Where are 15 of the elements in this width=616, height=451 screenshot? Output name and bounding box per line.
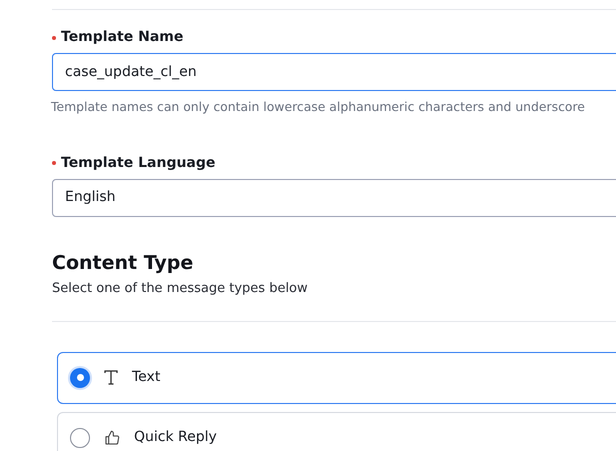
section-heading: Content Type	[52, 250, 194, 276]
template-name-field[interactable]: case_update_cl_en	[52, 53, 616, 91]
field-label: Template Name	[61, 28, 184, 47]
content-type-option[interactable]: Quick Reply	[57, 412, 616, 451]
radio-button[interactable]	[70, 428, 90, 448]
content-type-option[interactable]: Text	[57, 352, 616, 404]
text-icon	[104, 370, 118, 386]
radio-button[interactable]	[70, 368, 90, 388]
option-label: Text	[132, 368, 160, 388]
hint-text: Template names can only contain lowercase alphanumeric characters and underscore	[51, 98, 586, 116]
field-label: Template Language	[61, 154, 216, 173]
language-select[interactable]: English	[52, 178, 616, 217]
thumbs-up-icon	[104, 430, 120, 446]
option-label: Quick Reply	[134, 428, 217, 448]
section-subtitle: Select one of the message types below	[52, 280, 309, 298]
